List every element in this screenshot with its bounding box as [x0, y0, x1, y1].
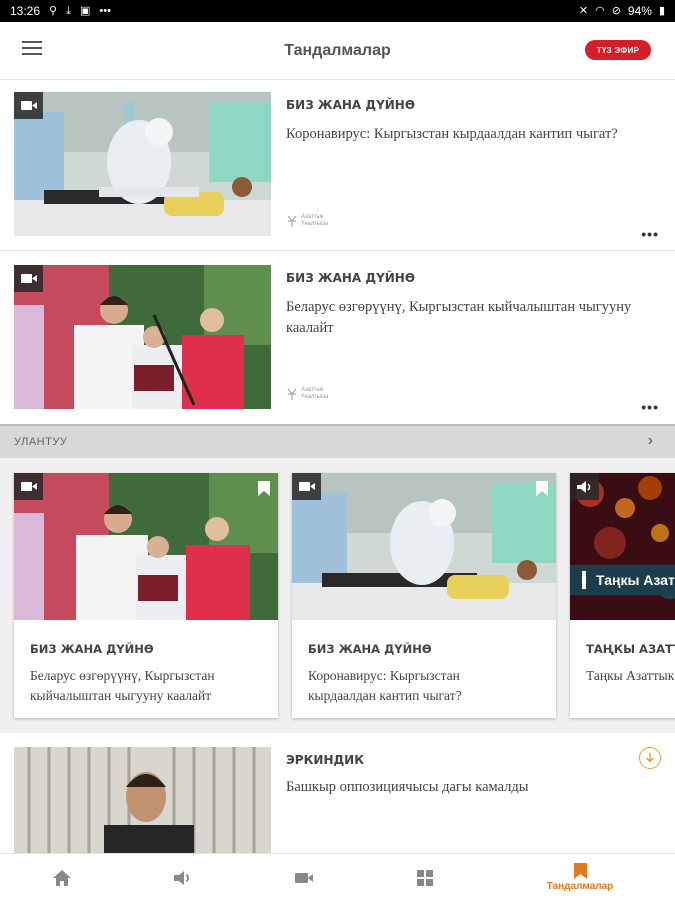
home-icon — [53, 869, 71, 886]
card-title-line: кырдаалдан кантип чыгат? — [308, 688, 462, 703]
status-time: 13:26 — [10, 4, 41, 18]
dnd-icon: ⊘ — [611, 4, 621, 17]
audio-icon — [174, 870, 189, 885]
notification-icon: ⚲ — [49, 4, 58, 17]
card-title[interactable]: Беларус өзгөрүүнү, Кыргызстан кыйчалышта… — [30, 666, 270, 706]
card-overlay-title: Таңкы Азаттык — [596, 572, 675, 588]
wifi-icon: ◠ — [595, 4, 605, 17]
card-image — [292, 473, 556, 620]
hospital-photo — [14, 92, 271, 236]
card-category: БИЗ ЖАНА ДҮЙНӨ — [30, 642, 154, 656]
article-title[interactable]: Коронавирус: Кыргызстан кырдаалдан канти… — [286, 124, 661, 145]
article-category: БИЗ ЖАНА ДҮЙНӨ — [286, 271, 416, 285]
continue-carousel[interactable]: БИЗ ЖАНА ДҮЙНӨ Беларус өзгөрүүнү, Кыргыз… — [0, 458, 675, 733]
status-bar: 13:26 ⚲ ⤓ ▣ ••• ✕ ◠ ⊘ 94% ▮ — [0, 0, 675, 22]
live-button[interactable]: ТҮЗ ЭФИР — [585, 40, 651, 60]
card-title-line: кыйчалыштан чыгууну каалайт — [30, 688, 212, 703]
carousel-card[interactable]: БИЗ ЖАНА ДҮЙНӨ Коронавирус: Кыргызстан к… — [292, 473, 556, 718]
article-category: ЭРКИНДИК — [286, 753, 365, 767]
bottom-nav: Тандалмалар — [0, 853, 675, 900]
article-title[interactable]: Беларус өзгөрүүнү, Кыргызстан кыйчалышта… — [286, 297, 661, 339]
section-header[interactable]: УЛАНТУУ › — [0, 424, 675, 458]
rally-photo — [14, 473, 278, 620]
article-item[interactable]: БИЗ ЖАНА ДҮЙНӨ Коронавирус: Кыргызстан к… — [0, 80, 675, 250]
source-logo-icon — [287, 215, 297, 227]
app-bar: Тандалмалар ТҮЗ ЭФИР — [0, 22, 675, 80]
image-icon: ▣ — [79, 4, 91, 17]
article-category: БИЗ ЖАНА ДҮЙНӨ — [286, 98, 416, 112]
battery-level: 94% — [627, 4, 652, 18]
nav-favorites[interactable]: Тандалмалар — [540, 854, 620, 900]
nav-audio[interactable] — [163, 854, 203, 900]
card-title-line: Коронавирус: Кыргызстан — [308, 668, 460, 683]
mute-icon: ✕ — [578, 4, 589, 17]
download-icon[interactable] — [639, 747, 661, 769]
nav-favorites-label: Тандалмалар — [546, 881, 614, 892]
card-title[interactable]: Таңкы Азаттык — [586, 666, 675, 686]
more-options-button[interactable]: ••• — [641, 399, 659, 415]
chevron-right-icon[interactable]: › — [648, 432, 653, 450]
article-thumbnail[interactable] — [14, 747, 271, 853]
rally-photo — [14, 265, 271, 409]
card-image: Таңкы Азаттык — [570, 473, 675, 620]
video-icon — [295, 872, 313, 883]
video-badge-icon — [14, 473, 43, 500]
section-label: УЛАНТУУ — [14, 436, 68, 448]
article-thumbnail[interactable] — [14, 265, 271, 409]
carousel-card[interactable]: БИЗ ЖАНА ДҮЙНӨ Беларус өзгөрүүнү, Кыргыз… — [14, 473, 278, 718]
bookmark-icon — [573, 863, 587, 879]
article-item[interactable]: БИЗ ЖАНА ДҮЙНӨ Беларус өзгөрүүнү, Кыргыз… — [0, 253, 675, 423]
nav-home[interactable] — [42, 854, 82, 900]
more-notifications-icon: ••• — [99, 4, 111, 17]
source-name: Азаттык Үналгысы — [301, 214, 329, 227]
video-badge-icon — [292, 473, 321, 500]
source-logo-icon — [287, 388, 297, 400]
prisoner-photo — [14, 747, 271, 853]
more-options-button[interactable]: ••• — [641, 226, 659, 242]
bookmark-icon[interactable] — [536, 481, 548, 501]
card-image — [14, 473, 278, 620]
download-icon: ⤓ — [66, 4, 71, 17]
nav-video[interactable] — [284, 854, 324, 900]
card-title[interactable]: Коронавирус: Кыргызстан кырдаалдан канти… — [308, 666, 548, 706]
card-category: ТАҢКЫ АЗАТТЫК — [586, 642, 675, 656]
video-badge-icon — [14, 265, 43, 292]
page-title: Тандалмалар — [284, 42, 391, 59]
video-badge-icon — [14, 92, 43, 119]
nav-sections[interactable] — [405, 854, 445, 900]
source-logo: Азаттык Үналгысы — [286, 387, 341, 401]
card-title-line: Беларус өзгөрүүнү, Кыргызстан — [30, 668, 215, 683]
battery-icon: ▮ — [658, 4, 665, 17]
card-category: БИЗ ЖАНА ДҮЙНӨ — [308, 642, 432, 656]
source-name: Азаттык Үналгысы — [301, 387, 329, 400]
carousel-card[interactable]: Таңкы Азаттык ТАҢКЫ АЗАТТЫК Таңкы Азатты… — [570, 473, 675, 718]
article-thumbnail[interactable] — [14, 92, 271, 236]
hospital-photo — [292, 473, 556, 620]
article-item[interactable]: ЭРКИНДИК Башкыр оппозициячысы дагы камал… — [0, 733, 675, 853]
card-title-line: Таңкы Азаттык — [586, 668, 675, 683]
grid-icon — [417, 869, 433, 886]
bookmark-icon[interactable] — [258, 481, 270, 501]
source-logo: Азаттык Үналгысы — [286, 214, 341, 228]
article-title[interactable]: Башкыр оппозициячысы дагы камалды — [286, 779, 529, 796]
divider — [0, 250, 675, 251]
audio-badge-icon — [570, 473, 599, 500]
